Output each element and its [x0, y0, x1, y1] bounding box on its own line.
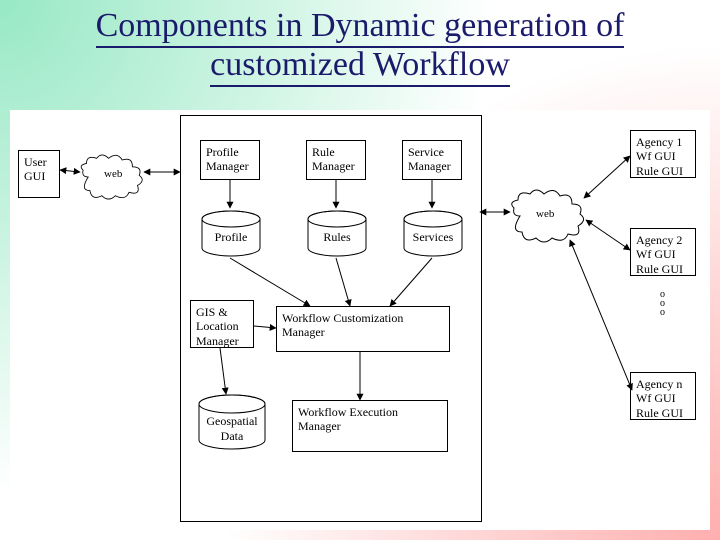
service-manager-box: Service Manager [402, 140, 462, 180]
profile-db-label: Profile [200, 230, 262, 245]
web-right-label: web [536, 208, 554, 220]
rules-db-icon: Rules [306, 210, 368, 258]
agency-2-box: Agency 2 Wf GUI Rule GUI [630, 228, 696, 276]
services-db-label: Services [402, 230, 464, 245]
geospatial-db-label: Geospatial Data [196, 414, 268, 444]
diagram-canvas: User GUI web Profile Manager Rule Manage… [10, 110, 710, 530]
ellipsis-icon: ooo [660, 290, 665, 317]
services-db-icon: Services [402, 210, 464, 258]
user-gui-box: User GUI [18, 150, 60, 198]
slide-title: Components in Dynamic generation of cust… [0, 6, 720, 84]
geospatial-db-icon: Geospatial Data [196, 394, 268, 452]
rules-db-label: Rules [306, 230, 368, 245]
rule-manager-box: Rule Manager [306, 140, 366, 180]
slide: Components in Dynamic generation of cust… [0, 0, 720, 540]
agency-1-box: Agency 1 Wf GUI Rule GUI [630, 130, 696, 178]
web-left-label: web [104, 168, 122, 180]
gis-box: GIS & Location Manager [190, 300, 254, 348]
title-line-2: customized Workflow [210, 46, 510, 83]
workflow-customization-box: Workflow Customization Manager [276, 306, 450, 352]
title-line-1: Components in Dynamic generation of [96, 7, 625, 44]
profile-manager-box: Profile Manager [200, 140, 260, 180]
agency-n-box: Agency n Wf GUI Rule GUI [630, 372, 696, 420]
workflow-execution-box: Workflow Execution Manager [292, 400, 448, 452]
profile-db-icon: Profile [200, 210, 262, 258]
